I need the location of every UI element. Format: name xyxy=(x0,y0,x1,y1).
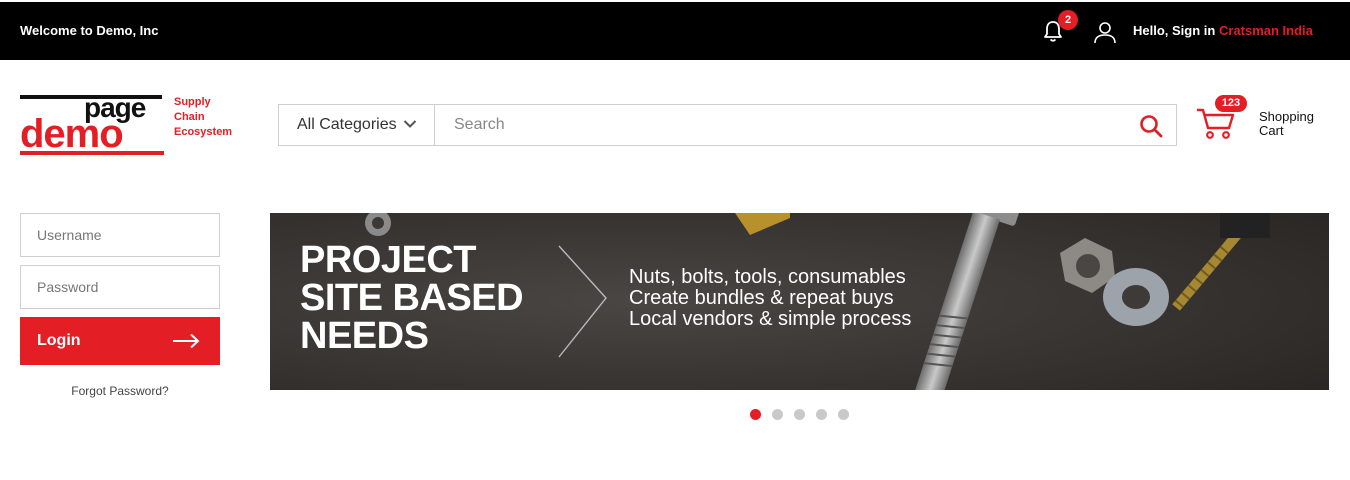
top-bar: Welcome to Demo, Inc 2 Hello, Sign in Cr… xyxy=(0,2,1350,60)
carousel-dot[interactable] xyxy=(794,409,805,420)
carousel-dot[interactable] xyxy=(750,409,761,420)
cart-count-badge: 123 xyxy=(1215,95,1247,112)
logo-word-demo: demo xyxy=(20,112,124,156)
carousel-dot[interactable] xyxy=(838,409,849,420)
banner-feature-list: Nuts, bolts, tools, consumables Create b… xyxy=(629,267,911,330)
category-dropdown[interactable]: All Categories xyxy=(279,105,435,145)
carousel-dot[interactable] xyxy=(816,409,827,420)
site-logo[interactable]: page demo xyxy=(20,94,170,157)
feature-line: Nuts, bolts, tools, consumables xyxy=(629,266,906,288)
tagline-line: Ecosystem xyxy=(174,126,233,138)
feature-line: Create bundles & repeat buys xyxy=(629,287,894,309)
search-bar: All Categories xyxy=(278,104,1177,146)
feature-line: Local vendors & simple process xyxy=(629,308,912,330)
forgot-password-link[interactable]: Forgot Password? xyxy=(20,384,220,398)
tagline-line: Supply xyxy=(174,96,211,108)
promo-banner[interactable]: PROJECT SITE BASED NEEDS Nuts, bolts, to… xyxy=(270,213,1329,390)
logo-bar-bottom xyxy=(20,151,164,155)
arrow-right-icon xyxy=(173,333,200,349)
sign-in-link[interactable]: Hello, Sign in Cratsman India xyxy=(1133,23,1313,38)
headline-line: SITE BASED xyxy=(300,277,524,319)
headline-line: PROJECT xyxy=(300,239,476,281)
notification-badge: 2 xyxy=(1058,10,1078,30)
sign-in-label: Hello, Sign in xyxy=(1133,23,1216,38)
headline-line: NEEDS xyxy=(300,315,429,357)
login-label: Login xyxy=(37,332,81,349)
user-icon[interactable] xyxy=(1093,20,1117,44)
cart-label-line: Cart xyxy=(1259,123,1284,138)
tagline-line: Chain xyxy=(174,111,205,123)
search-input[interactable] xyxy=(436,105,1126,145)
logo-tagline: Supply Chain Ecosystem xyxy=(174,95,232,140)
category-label: All Categories xyxy=(297,116,397,133)
password-field[interactable] xyxy=(20,265,220,309)
chevron-down-icon xyxy=(403,120,417,128)
brand-name: Cratsman India xyxy=(1218,23,1313,38)
carousel-dot[interactable] xyxy=(772,409,783,420)
shopping-cart-link[interactable]: Shopping Cart xyxy=(1259,110,1314,138)
search-icon[interactable] xyxy=(1139,114,1163,138)
cart-label-line: Shopping xyxy=(1259,109,1314,124)
welcome-text: Welcome to Demo, Inc xyxy=(20,23,159,38)
banner-headline: PROJECT SITE BASED NEEDS xyxy=(300,239,524,357)
username-field[interactable] xyxy=(20,213,220,257)
login-button[interactable]: Login xyxy=(20,317,220,365)
